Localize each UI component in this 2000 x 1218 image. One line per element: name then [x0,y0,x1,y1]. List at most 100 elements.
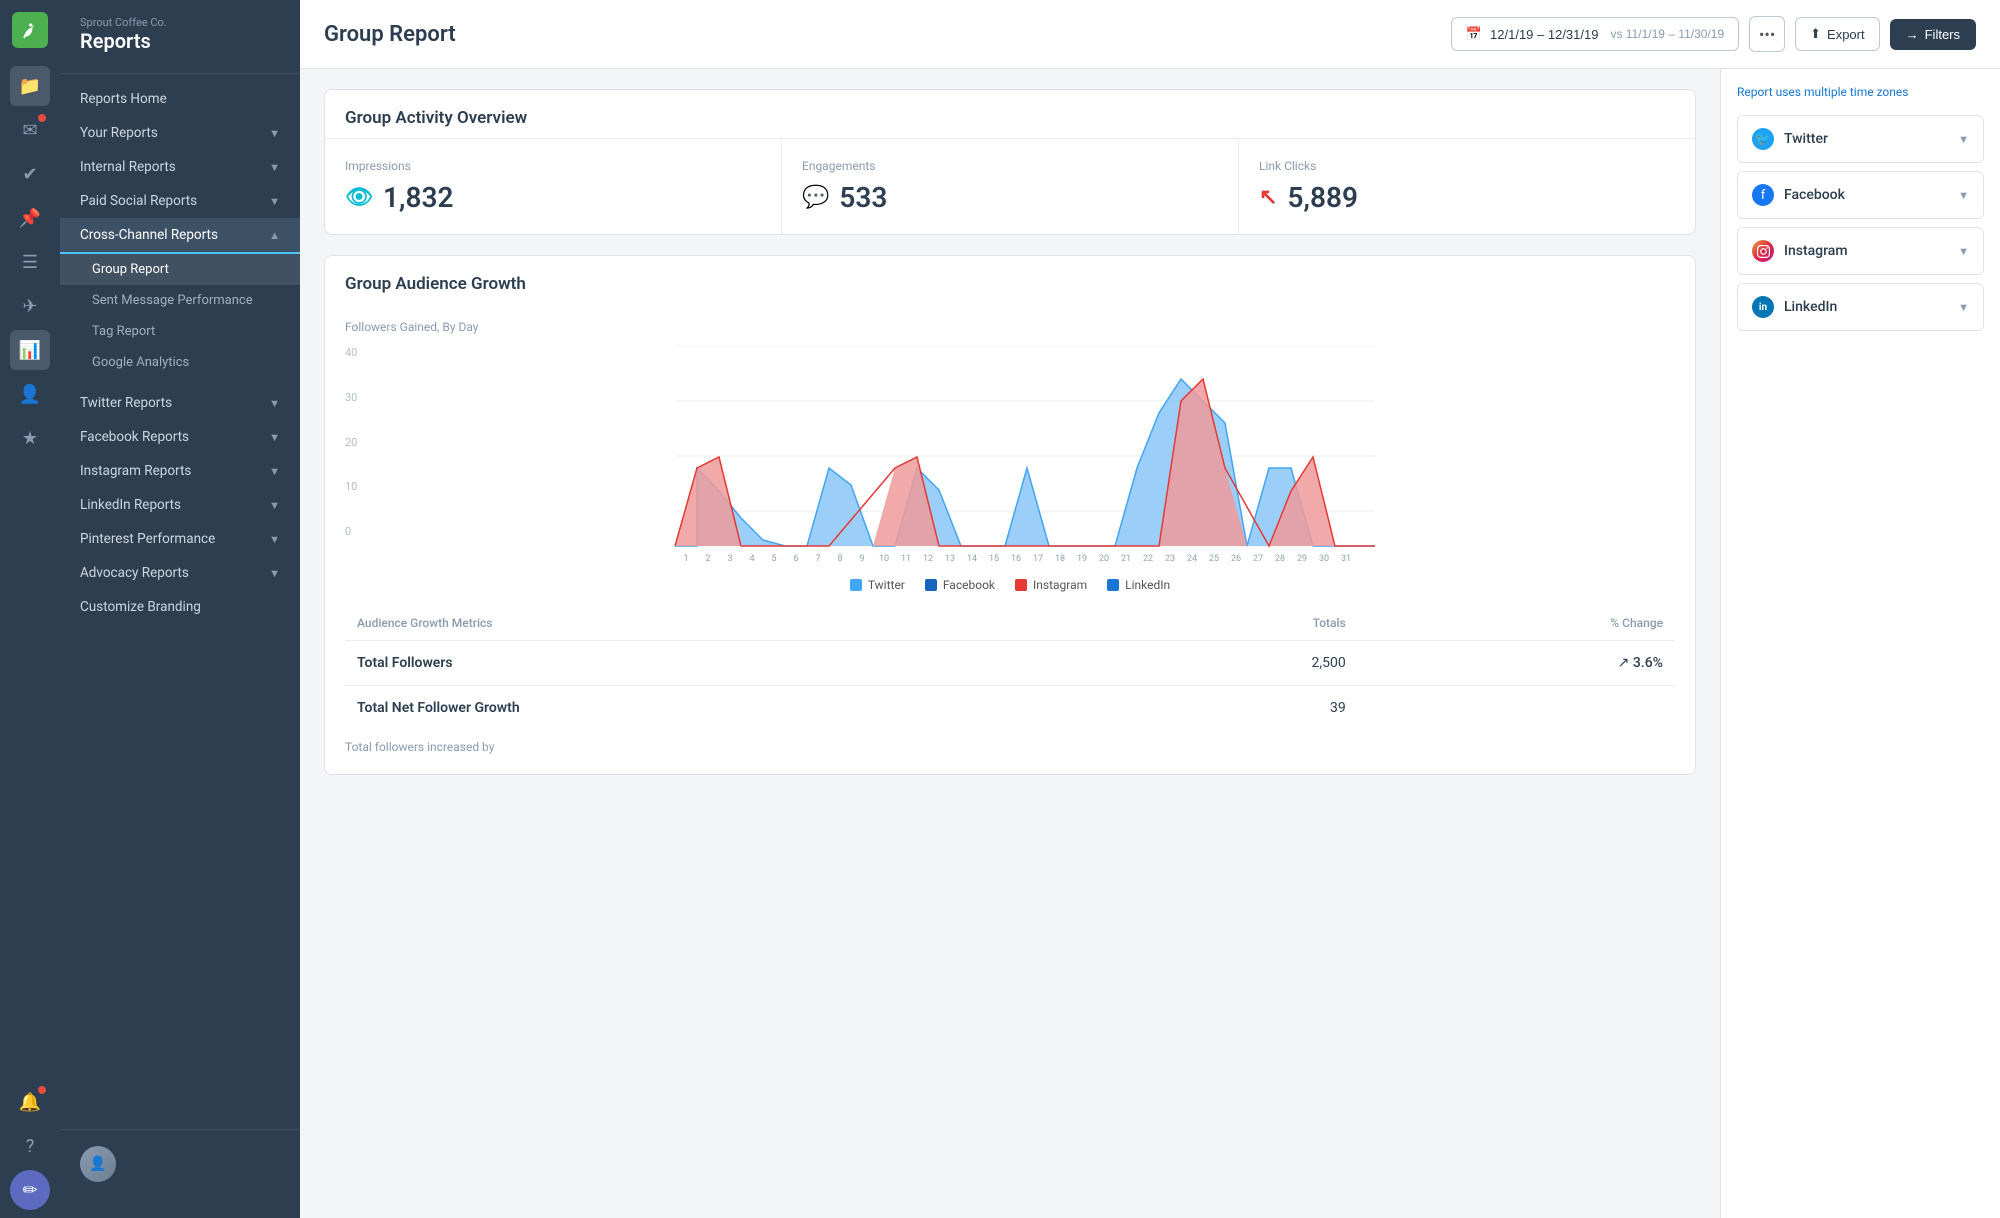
date-range-button[interactable]: 📅 12/1/19 – 12/31/19 vs 11/1/19 – 11/30/… [1451,17,1739,51]
platform-facebook-left: f Facebook [1752,184,1845,206]
svg-text:29: 29 [1297,554,1307,564]
user-avatar[interactable]: 👤 [80,1146,116,1182]
platform-facebook-header[interactable]: f Facebook ▼ [1738,172,1983,218]
sidebar-item-tag-report[interactable]: Tag Report [60,316,300,347]
people-nav-icon[interactable]: 👤 [10,374,50,414]
star-nav-icon[interactable]: ★ [10,418,50,458]
net-follower-label: Total Net Follower Growth [345,686,1117,731]
engagements-label: Engagements [802,159,1218,173]
chevron-up-icon: ▲ [269,229,280,242]
nav-instagram-reports[interactable]: Instagram Reports ▼ [60,454,300,488]
legend-label-twitter: Twitter [868,578,905,592]
legend-dot-linkedin [1107,579,1119,591]
main-content: Group Report 📅 12/1/19 – 12/31/19 vs 11/… [300,0,2000,1218]
list-nav-icon[interactable]: ☰ [10,242,50,282]
platform-twitter-header[interactable]: 🐦 Twitter ▼ [1738,116,1983,162]
pin-nav-icon[interactable]: 📌 [10,198,50,238]
timezone-link[interactable]: multiple [1804,85,1847,99]
nav-cross-channel[interactable]: Cross-Channel Reports ▲ [60,218,300,254]
svg-text:28: 28 [1275,554,1285,564]
legend-instagram: Instagram [1015,578,1087,592]
export-button[interactable]: ⬆ Export [1795,17,1879,51]
col-totals-header: Totals [1117,606,1358,641]
group-activity-title: Group Activity Overview [345,108,1675,128]
platform-linkedin-header[interactable]: in LinkedIn ▼ [1738,284,1983,330]
engagements-icon: 💬 [802,185,829,210]
timezone-note: Report uses multiple time zones [1737,85,1984,99]
chevron-down-icon: ▼ [1958,245,1969,258]
link-clicks-value: ↖ 5,889 [1259,181,1675,214]
inbox-nav-icon[interactable]: ✉ [10,110,50,150]
filters-button[interactable]: → Filters [1890,19,1976,50]
compose-icon[interactable]: ✏ [10,1170,50,1210]
more-options-button[interactable]: ••• [1749,16,1785,52]
right-panel: Report uses multiple time zones 🐦 Twitte… [1720,69,2000,1218]
svg-text:22: 22 [1143,554,1153,564]
svg-text:2: 2 [705,554,710,564]
nav-paid-social[interactable]: Paid Social Reports ▼ [60,184,300,218]
nav-your-reports[interactable]: Your Reports ▼ [60,116,300,150]
content-area: Group Activity Overview Impressions 👁 1,… [300,69,1720,1218]
chart-nav-icon[interactable]: 📊 [10,330,50,370]
link-clicks-icon: ↖ [1259,185,1277,210]
linkedin-platform-icon: in [1752,296,1774,318]
date-range-text: 12/1/19 – 12/31/19 [1490,27,1598,42]
legend-label-facebook: Facebook [943,578,995,592]
tasks-nav-icon[interactable]: ✔ [10,154,50,194]
chevron-down-icon: ▼ [1958,189,1969,202]
platform-facebook-name: Facebook [1784,187,1845,203]
audience-table-section: Audience Growth Metrics Totals % Change … [325,606,1695,774]
impressions-value: 👁 1,832 [345,181,761,214]
platform-instagram: Instagram ▼ [1737,227,1984,275]
header-actions: 📅 12/1/19 – 12/31/19 vs 11/1/19 – 11/30/… [1451,16,1976,52]
nav-linkedin-reports[interactable]: LinkedIn Reports ▼ [60,488,300,522]
svg-text:30: 30 [1319,554,1329,564]
nav-advocacy[interactable]: Advocacy Reports ▼ [60,556,300,590]
platform-instagram-name: Instagram [1784,243,1848,259]
group-activity-header: Group Activity Overview [325,90,1695,138]
svg-text:10: 10 [879,554,889,564]
impressions-label: Impressions [345,159,761,173]
svg-text:26: 26 [1231,554,1241,564]
platform-instagram-header[interactable]: Instagram ▼ [1738,228,1983,274]
page-title: Group Report [324,22,456,47]
folder-nav-icon[interactable]: 📁 [10,66,50,106]
legend-dot-twitter [850,579,862,591]
svg-text:4: 4 [749,554,754,564]
sidebar-item-sent-message[interactable]: Sent Message Performance [60,285,300,316]
nav-pinterest[interactable]: Pinterest Performance ▼ [60,522,300,556]
chevron-down-icon: ▼ [269,431,280,444]
audience-growth-card: Group Audience Growth Followers Gained, … [324,255,1696,775]
nav-twitter-reports[interactable]: Twitter Reports ▼ [60,386,300,420]
inbox-badge [38,114,46,122]
y-label-30: 30 [345,391,373,404]
svg-text:21: 21 [1121,554,1131,564]
total-followers-label: Total Followers [345,641,1117,686]
svg-text:20: 20 [1099,554,1109,564]
notification-icon[interactable]: 🔔 [10,1082,50,1122]
help-icon[interactable]: ? [10,1126,50,1166]
svg-text:19: 19 [1077,554,1087,564]
main-header: Group Report 📅 12/1/19 – 12/31/19 vs 11/… [300,0,2000,69]
svg-text:9: 9 [859,554,864,564]
app-logo[interactable] [12,12,48,48]
sidebar-item-group-report[interactable]: Group Report [60,254,300,285]
platform-twitter-name: Twitter [1784,131,1828,147]
nav-customize-branding[interactable]: Customize Branding [60,590,300,624]
filters-icon: → [1906,27,1919,42]
chevron-down-icon: ▼ [269,567,280,580]
sidebar-item-google-analytics[interactable]: Google Analytics [60,347,300,378]
nav-facebook-reports[interactable]: Facebook Reports ▼ [60,420,300,454]
platform-linkedin-left: in LinkedIn [1752,296,1837,318]
send-nav-icon[interactable]: ✈ [10,286,50,326]
legend-label-linkedin: LinkedIn [1125,578,1170,592]
facebook-platform-icon: f [1752,184,1774,206]
sidebar-title: Reports [80,29,280,53]
svg-text:1: 1 [683,554,688,564]
company-name: Sprout Coffee Co. [80,16,280,29]
chart-subtitle: Followers Gained, By Day [345,320,1675,334]
chevron-down-icon: ▼ [269,499,280,512]
nav-internal-reports[interactable]: Internal Reports ▼ [60,150,300,184]
legend-linkedin: LinkedIn [1107,578,1170,592]
nav-reports-home[interactable]: Reports Home [60,82,300,116]
